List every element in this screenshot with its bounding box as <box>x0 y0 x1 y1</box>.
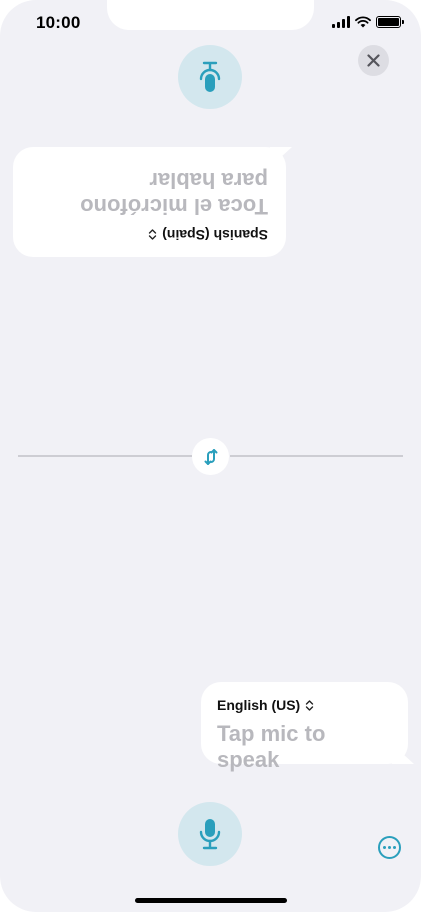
microphone-icon <box>199 61 221 92</box>
close-icon <box>367 54 380 67</box>
status-time: 10:00 <box>36 13 81 32</box>
swap-languages-button[interactable] <box>192 438 229 475</box>
top-translation-bubble: Spanish (Spain) Toca el micrófono para h… <box>13 147 286 257</box>
microphone-icon <box>199 819 221 850</box>
bottom-language-selector[interactable]: English (US) <box>217 697 392 713</box>
signal-icon <box>332 16 350 28</box>
bottom-language-label: English (US) <box>217 697 301 713</box>
bottom-speak-prompt: Tap mic to speak <box>217 721 326 772</box>
chevron-up-down-icon <box>148 229 157 242</box>
more-options-icon <box>383 846 386 849</box>
top-speak-prompt: Toca el micrófono para hablar <box>80 168 268 219</box>
more-options-button[interactable] <box>378 836 401 859</box>
chevron-up-down-icon <box>305 699 314 712</box>
swap-arrows-icon <box>204 448 217 465</box>
bottom-translation-bubble: English (US) Tap mic to speak <box>201 682 408 772</box>
conversation-screen: 10:00 Spanish (Spain) Toca el micrófono … <box>0 0 421 912</box>
top-language-label: Spanish (Spain) <box>162 227 268 243</box>
top-mic-button[interactable] <box>178 45 242 109</box>
wifi-icon <box>355 16 371 28</box>
battery-icon <box>376 16 404 28</box>
divider-line-right <box>230 455 403 457</box>
home-indicator[interactable] <box>135 898 287 903</box>
top-language-selector[interactable]: Spanish (Spain) <box>29 227 268 243</box>
close-button[interactable] <box>358 45 389 76</box>
divider-line-left <box>18 455 192 457</box>
bottom-mic-button[interactable] <box>178 802 242 866</box>
status-icons <box>332 15 404 29</box>
device-notch <box>107 0 314 30</box>
